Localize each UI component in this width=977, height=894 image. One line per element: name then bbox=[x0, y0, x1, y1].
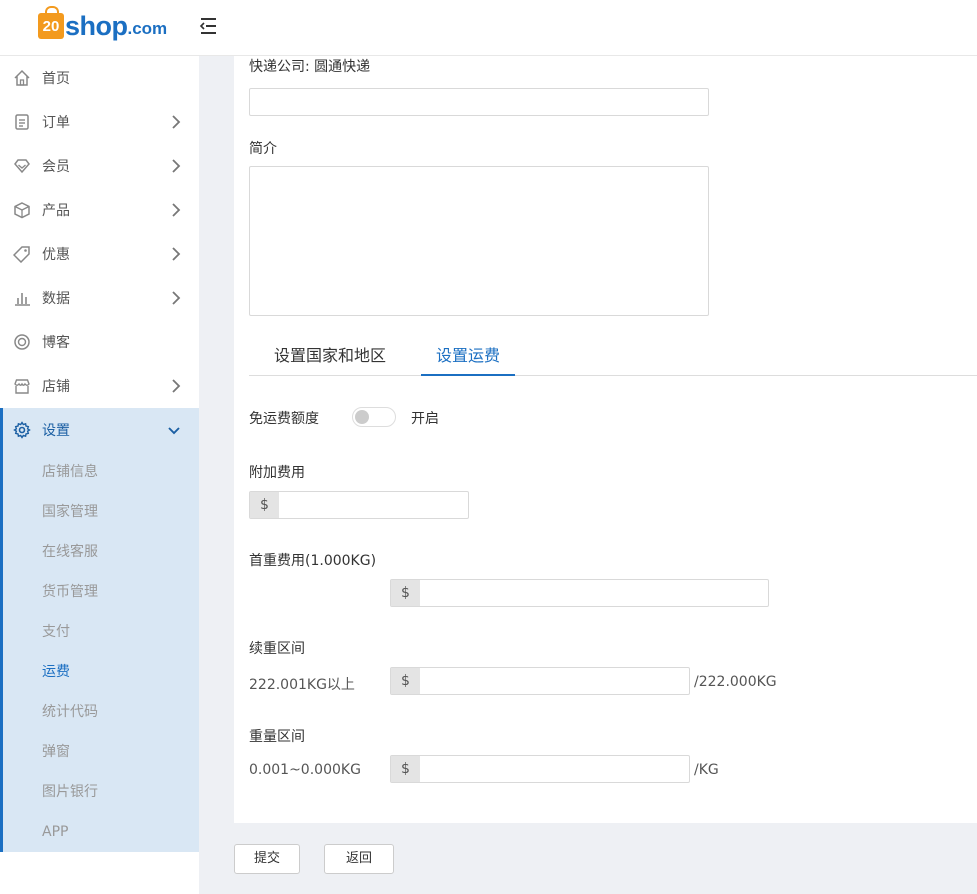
tab-shipping-fees[interactable]: 设置运费 bbox=[421, 338, 515, 376]
sidebar-item-settings[interactable]: 设置 bbox=[3, 408, 199, 452]
sidebar-item-label: 博客 bbox=[42, 335, 70, 351]
chevron-down-icon bbox=[167, 424, 181, 435]
sidebar-subitem-image-bank[interactable]: 图片银行 bbox=[3, 772, 199, 812]
courier-value: 圆通快递 bbox=[314, 59, 371, 75]
product-icon bbox=[12, 200, 32, 220]
sidebar-item-label: 首页 bbox=[42, 71, 70, 87]
first-weight-input-group: $ bbox=[390, 579, 769, 607]
submit-button[interactable]: 提交 bbox=[234, 844, 300, 874]
blog-icon bbox=[12, 332, 32, 352]
sidebar-item-orders[interactable]: 订单 bbox=[0, 100, 199, 144]
continued-weight-input[interactable] bbox=[420, 668, 689, 694]
currency-prefix: $ bbox=[391, 580, 420, 606]
currency-prefix: $ bbox=[391, 756, 420, 782]
sidebar-item-label: 数据 bbox=[42, 291, 70, 307]
currency-prefix: $ bbox=[250, 492, 279, 518]
continued-weight-input-group: $ bbox=[390, 667, 690, 695]
sidebar-subitem-app[interactable]: APP bbox=[3, 812, 199, 852]
extra-fee-input[interactable] bbox=[279, 492, 468, 518]
intro-label: 简介 bbox=[249, 141, 277, 157]
top-bar: 20 shop .com bbox=[0, 0, 977, 56]
courier-label: 快递公司: bbox=[249, 59, 310, 75]
home-icon bbox=[12, 68, 32, 88]
sidebar-subitem-currency-management[interactable]: 货币管理 bbox=[3, 572, 199, 612]
currency-prefix: $ bbox=[391, 668, 420, 694]
sidebar-item-label: 会员 bbox=[42, 159, 70, 175]
shipping-tabs: 设置国家和地区 设置运费 bbox=[249, 338, 977, 376]
courier-label-row: 快递公司: 圆通快递 bbox=[249, 56, 370, 76]
weight-range-text: 0.001~0.000KG bbox=[249, 762, 361, 778]
sidebar-item-promotions[interactable]: 优惠 bbox=[0, 232, 199, 276]
sidebar-item-data[interactable]: 数据 bbox=[0, 276, 199, 320]
collapse-menu-icon[interactable] bbox=[198, 16, 218, 36]
extra-fee-label: 附加费用 bbox=[249, 465, 305, 481]
continued-range-text: 222.001KG以上 bbox=[249, 677, 355, 693]
shopping-bag-logo-icon: 20 bbox=[38, 6, 64, 39]
back-button[interactable]: 返回 bbox=[324, 844, 394, 874]
weight-range-input-group: $ bbox=[390, 755, 690, 783]
continued-weight-label: 续重区间 bbox=[249, 641, 305, 657]
intro-textarea[interactable] bbox=[249, 166, 709, 316]
chevron-right-icon bbox=[171, 114, 181, 130]
gear-icon bbox=[12, 420, 32, 440]
sidebar-item-store[interactable]: 店铺 bbox=[0, 364, 199, 408]
chevron-right-icon bbox=[171, 246, 181, 262]
weight-range-input[interactable] bbox=[420, 756, 689, 782]
sidebar-subitem-popup[interactable]: 弹窗 bbox=[3, 732, 199, 772]
first-weight-input[interactable] bbox=[420, 580, 768, 606]
shipping-form-panel: 快递公司: 圆通快递 简介 设置国家和地区 设置运费 免运费额度 开启 附加费用… bbox=[234, 56, 977, 823]
sidebar-item-label: 优惠 bbox=[42, 247, 70, 263]
toggle-knob bbox=[355, 410, 369, 424]
weight-unit-text: /KG bbox=[694, 762, 719, 778]
sidebar-item-label: 设置 bbox=[42, 423, 70, 439]
order-icon bbox=[12, 112, 32, 132]
sidebar-item-label: 产品 bbox=[42, 203, 70, 219]
store-icon bbox=[12, 376, 32, 396]
member-icon bbox=[12, 156, 32, 176]
sidebar-subitem-country-management[interactable]: 国家管理 bbox=[3, 492, 199, 532]
sidebar-item-blog[interactable]: 博客 bbox=[0, 320, 199, 364]
chevron-right-icon bbox=[171, 378, 181, 394]
sidebar-subitem-tracking-code[interactable]: 统计代码 bbox=[3, 692, 199, 732]
sidebar-item-home[interactable]: 首页 bbox=[0, 56, 199, 100]
continued-unit-text: /222.000KG bbox=[694, 674, 777, 690]
sidebar-subitem-payment[interactable]: 支付 bbox=[3, 612, 199, 652]
chart-icon bbox=[12, 288, 32, 308]
free-shipping-toggle-text: 开启 bbox=[411, 411, 439, 427]
sidebar-item-members[interactable]: 会员 bbox=[0, 144, 199, 188]
first-weight-label: 首重费用(1.000KG) bbox=[249, 553, 377, 569]
sidebar-item-label: 店铺 bbox=[42, 379, 70, 395]
sidebar-item-products[interactable]: 产品 bbox=[0, 188, 199, 232]
free-shipping-label: 免运费额度 bbox=[249, 411, 319, 427]
settings-group: 设置 店铺信息 国家管理 在线客服 货币管理 支付 运费 统计代码 弹窗 图片银… bbox=[0, 408, 199, 852]
extra-fee-input-group: $ bbox=[249, 491, 469, 519]
sidebar-item-label: 订单 bbox=[42, 115, 70, 131]
courier-input[interactable] bbox=[249, 88, 709, 116]
chevron-right-icon bbox=[171, 290, 181, 306]
chevron-right-icon bbox=[171, 158, 181, 174]
tag-icon bbox=[12, 244, 32, 264]
logo-text: shop bbox=[65, 10, 128, 41]
weight-range-label: 重量区间 bbox=[249, 729, 305, 745]
free-shipping-toggle[interactable] bbox=[352, 407, 396, 427]
sidebar-subitem-shipping[interactable]: 运费 bbox=[3, 652, 199, 692]
sidebar: 首页 订单 会员 产品 优惠 数据 博客 店铺 设置 店铺信息 国家管理 在线客… bbox=[0, 56, 199, 894]
sidebar-subitem-store-info[interactable]: 店铺信息 bbox=[3, 452, 199, 492]
brand-logo[interactable]: 20 shop .com bbox=[38, 6, 168, 44]
chevron-right-icon bbox=[171, 202, 181, 218]
tab-countries-regions[interactable]: 设置国家和地区 bbox=[273, 338, 387, 376]
logo-domain: .com bbox=[127, 19, 168, 38]
sidebar-subitem-online-support[interactable]: 在线客服 bbox=[3, 532, 199, 572]
